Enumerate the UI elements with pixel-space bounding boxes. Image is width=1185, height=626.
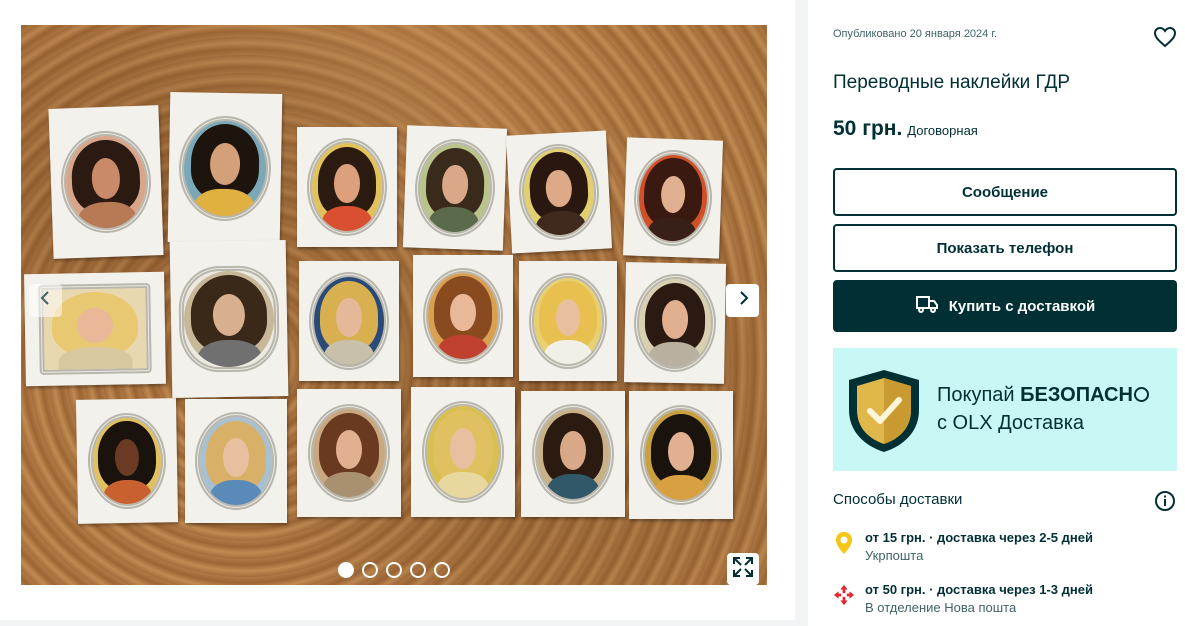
sticker-photo [402, 125, 508, 251]
pagination-dot[interactable] [410, 562, 426, 578]
gallery-card [0, 0, 795, 620]
buy-with-delivery-button[interactable]: Купить с доставкой [833, 280, 1177, 332]
banner-text: Покупай БЕЗОПАСН с OLX Доставка [937, 381, 1149, 437]
banner-line1-prefix: Покупай [937, 384, 1021, 406]
circle-o-icon [1133, 387, 1149, 402]
sticker-photo [75, 398, 179, 524]
sticker-photo [48, 105, 164, 259]
main-photo[interactable] [21, 25, 767, 585]
fullscreen-button[interactable] [727, 553, 759, 585]
olx-delivery-banner[interactable]: Покупай БЕЗОПАСН с OLX Доставка [833, 348, 1177, 471]
sticker-photo [623, 262, 727, 384]
favorite-button[interactable] [1153, 25, 1177, 49]
photo-pagination [338, 562, 450, 578]
delivery-option-main: от 15 грн. · доставка через 2-5 дней [865, 530, 1093, 545]
message-button[interactable]: Сообщение [833, 168, 1177, 216]
delivery-option-main: от 50 грн. · доставка через 1-3 дней [865, 582, 1093, 597]
sticker-photo [505, 130, 613, 254]
pagination-dot[interactable] [434, 562, 450, 578]
sticker-photo [299, 261, 399, 381]
sticker-photo [413, 255, 513, 377]
sticker-photo [185, 399, 287, 523]
delivery-methods-title: Способы доставки [833, 491, 963, 508]
sticker-photo [622, 137, 724, 259]
ad-details-card: Опубликовано 20 января 2024 г. Переводны… [808, 0, 1185, 626]
message-button-label: Сообщение [961, 183, 1049, 201]
pagination-dot[interactable] [362, 562, 378, 578]
delivery-option-ukrposhta: от 15 грн. · доставка через 2-5 дней Укр… [833, 530, 1093, 563]
published-date: Опубликовано 20 января 2024 г. [833, 28, 998, 40]
sticker-photo [629, 391, 733, 519]
shield-check-icon [843, 366, 925, 461]
chevron-left-icon [38, 290, 54, 311]
negotiable-label: Договорная [907, 123, 978, 138]
truck-icon [915, 294, 939, 318]
next-photo-button[interactable] [726, 284, 759, 317]
pagination-dot-active[interactable] [338, 562, 354, 578]
show-phone-button[interactable]: Показать телефон [833, 224, 1177, 272]
delivery-option-sub: В отделение Нова пошта [865, 600, 1017, 615]
buy-button-label: Купить с доставкой [948, 297, 1096, 315]
sticker-photo [411, 387, 515, 517]
prev-photo-button[interactable] [29, 284, 62, 317]
sticker-photo [521, 391, 625, 517]
sticker-photo [297, 389, 401, 517]
nova-poshta-icon [833, 582, 855, 608]
sticker-photo [297, 127, 397, 247]
ad-title: Переводные наклейки ГДР [833, 72, 1071, 93]
delivery-info-button[interactable] [1154, 490, 1176, 512]
delivery-option-nova-poshta: от 50 грн. · доставка через 1-3 дней В о… [833, 582, 1093, 615]
sticker-photo [167, 92, 283, 244]
info-icon [1154, 491, 1176, 516]
price: 50 грн. [833, 117, 903, 140]
pagination-dot[interactable] [386, 562, 402, 578]
delivery-option-sub: Укрпошта [865, 548, 924, 563]
expand-icon [731, 555, 755, 584]
show-phone-button-label: Показать телефон [936, 239, 1074, 257]
banner-line2: с OLX Доставка [937, 412, 1085, 434]
ukrposhta-icon [833, 530, 855, 556]
banner-line1-bold: БЕЗОПАСН [1020, 384, 1133, 406]
chevron-right-icon [735, 290, 751, 311]
sticker-photo [169, 239, 289, 399]
price-row: 50 грн. Договорная [833, 117, 978, 141]
sticker-photo [519, 261, 617, 381]
heart-icon [1153, 26, 1177, 53]
